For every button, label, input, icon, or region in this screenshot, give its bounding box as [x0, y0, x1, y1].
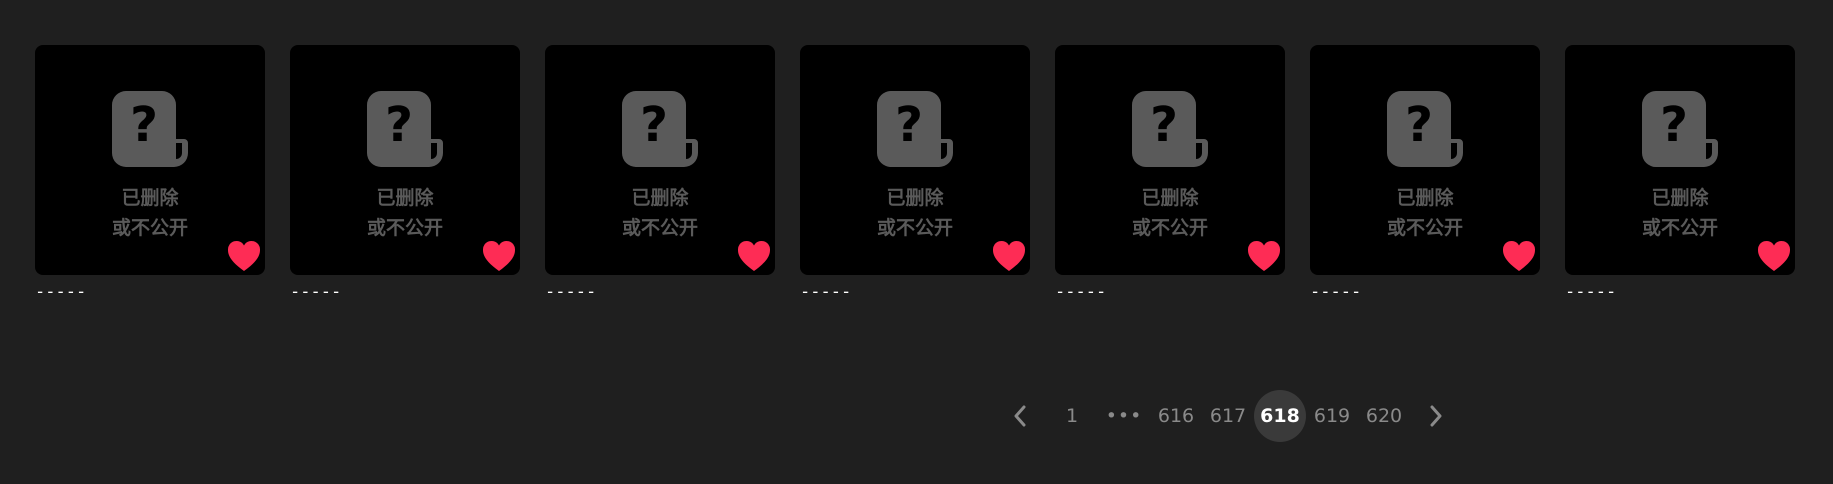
heart-icon[interactable] [482, 240, 516, 272]
chevron-right-icon [1430, 405, 1442, 427]
video-thumbnail[interactable]: ? 已删除 或不公开 [545, 45, 775, 275]
video-card[interactable]: ? 已删除 或不公开 ----- [290, 45, 520, 304]
video-title[interactable]: ----- [800, 280, 1030, 304]
video-thumbnail[interactable]: ? 已删除 或不公开 [35, 45, 265, 275]
status-line-1: 已删除 [886, 187, 944, 209]
video-title[interactable]: ----- [290, 280, 520, 304]
page-616-button[interactable]: 616 [1150, 390, 1202, 442]
status-line-2: 或不公开 [366, 217, 443, 239]
unknown-document-icon: ? [112, 91, 188, 167]
heart-icon[interactable] [992, 240, 1026, 272]
unavailable-placeholder: ? 已删除 或不公开 [1565, 91, 1795, 243]
video-grid: ? 已删除 或不公开 ----- ? 已删除 或不公开 ----- ? 已删除 … [35, 45, 1795, 304]
svg-text:?: ? [385, 97, 413, 153]
current-page-button[interactable]: 618 [1254, 390, 1306, 442]
unavailable-placeholder: ? 已删除 或不公开 [290, 91, 520, 243]
status-line-2: 或不公开 [1131, 217, 1208, 239]
prev-page-button[interactable] [994, 390, 1046, 442]
video-card[interactable]: ? 已删除 或不公开 ----- [1310, 45, 1540, 304]
status-line-2: 或不公开 [1641, 217, 1718, 239]
unknown-document-icon: ? [1387, 91, 1463, 167]
unavailable-placeholder: ? 已删除 或不公开 [35, 91, 265, 243]
heart-icon[interactable] [737, 240, 771, 272]
svg-text:?: ? [640, 97, 668, 153]
svg-text:?: ? [130, 97, 158, 153]
video-title[interactable]: ----- [35, 280, 265, 304]
video-thumbnail[interactable]: ? 已删除 或不公开 [800, 45, 1030, 275]
page-1-button[interactable]: 1 [1046, 390, 1098, 442]
video-thumbnail[interactable]: ? 已删除 或不公开 [1310, 45, 1540, 275]
unavailable-placeholder: ? 已删除 或不公开 [800, 91, 1030, 243]
pagination: 1 ••• 616 617 618 619 620 [994, 390, 1462, 442]
page-619-button[interactable]: 619 [1306, 390, 1358, 442]
video-thumbnail[interactable]: ? 已删除 或不公开 [1055, 45, 1285, 275]
unknown-document-icon: ? [622, 91, 698, 167]
status-line-1: 已删除 [1651, 187, 1709, 209]
video-title[interactable]: ----- [1565, 280, 1795, 304]
status-line-1: 已删除 [121, 187, 179, 209]
video-title[interactable]: ----- [1055, 280, 1285, 304]
unknown-document-icon: ? [367, 91, 443, 167]
status-line-1: 已删除 [1396, 187, 1454, 209]
ellipsis[interactable]: ••• [1098, 390, 1150, 442]
status-line-2: 或不公开 [876, 217, 953, 239]
heart-icon[interactable] [1247, 240, 1281, 272]
svg-text:?: ? [895, 97, 923, 153]
status-line-2: 或不公开 [621, 217, 698, 239]
video-card[interactable]: ? 已删除 或不公开 ----- [800, 45, 1030, 304]
unavailable-placeholder: ? 已删除 或不公开 [1310, 91, 1540, 243]
status-line-2: 或不公开 [1386, 217, 1463, 239]
video-title[interactable]: ----- [545, 280, 775, 304]
unknown-document-icon: ? [1642, 91, 1718, 167]
video-card[interactable]: ? 已删除 或不公开 ----- [545, 45, 775, 304]
svg-text:?: ? [1150, 97, 1178, 153]
video-card[interactable]: ? 已删除 或不公开 ----- [35, 45, 265, 304]
unknown-document-icon: ? [1132, 91, 1208, 167]
page-617-button[interactable]: 617 [1202, 390, 1254, 442]
unavailable-placeholder: ? 已删除 或不公开 [1055, 91, 1285, 243]
svg-text:?: ? [1660, 97, 1688, 153]
video-card[interactable]: ? 已删除 或不公开 ----- [1565, 45, 1795, 304]
video-title[interactable]: ----- [1310, 280, 1540, 304]
heart-icon[interactable] [1502, 240, 1536, 272]
status-line-1: 已删除 [376, 187, 434, 209]
video-card[interactable]: ? 已删除 或不公开 ----- [1055, 45, 1285, 304]
status-line-2: 或不公开 [111, 217, 188, 239]
svg-text:?: ? [1405, 97, 1433, 153]
next-page-button[interactable] [1410, 390, 1462, 442]
heart-icon[interactable] [227, 240, 261, 272]
video-thumbnail[interactable]: ? 已删除 或不公开 [290, 45, 520, 275]
page-620-button[interactable]: 620 [1358, 390, 1410, 442]
heart-icon[interactable] [1757, 240, 1791, 272]
chevron-left-icon [1014, 405, 1026, 427]
status-line-1: 已删除 [631, 187, 689, 209]
video-thumbnail[interactable]: ? 已删除 或不公开 [1565, 45, 1795, 275]
unknown-document-icon: ? [877, 91, 953, 167]
status-line-1: 已删除 [1141, 187, 1199, 209]
unavailable-placeholder: ? 已删除 或不公开 [545, 91, 775, 243]
